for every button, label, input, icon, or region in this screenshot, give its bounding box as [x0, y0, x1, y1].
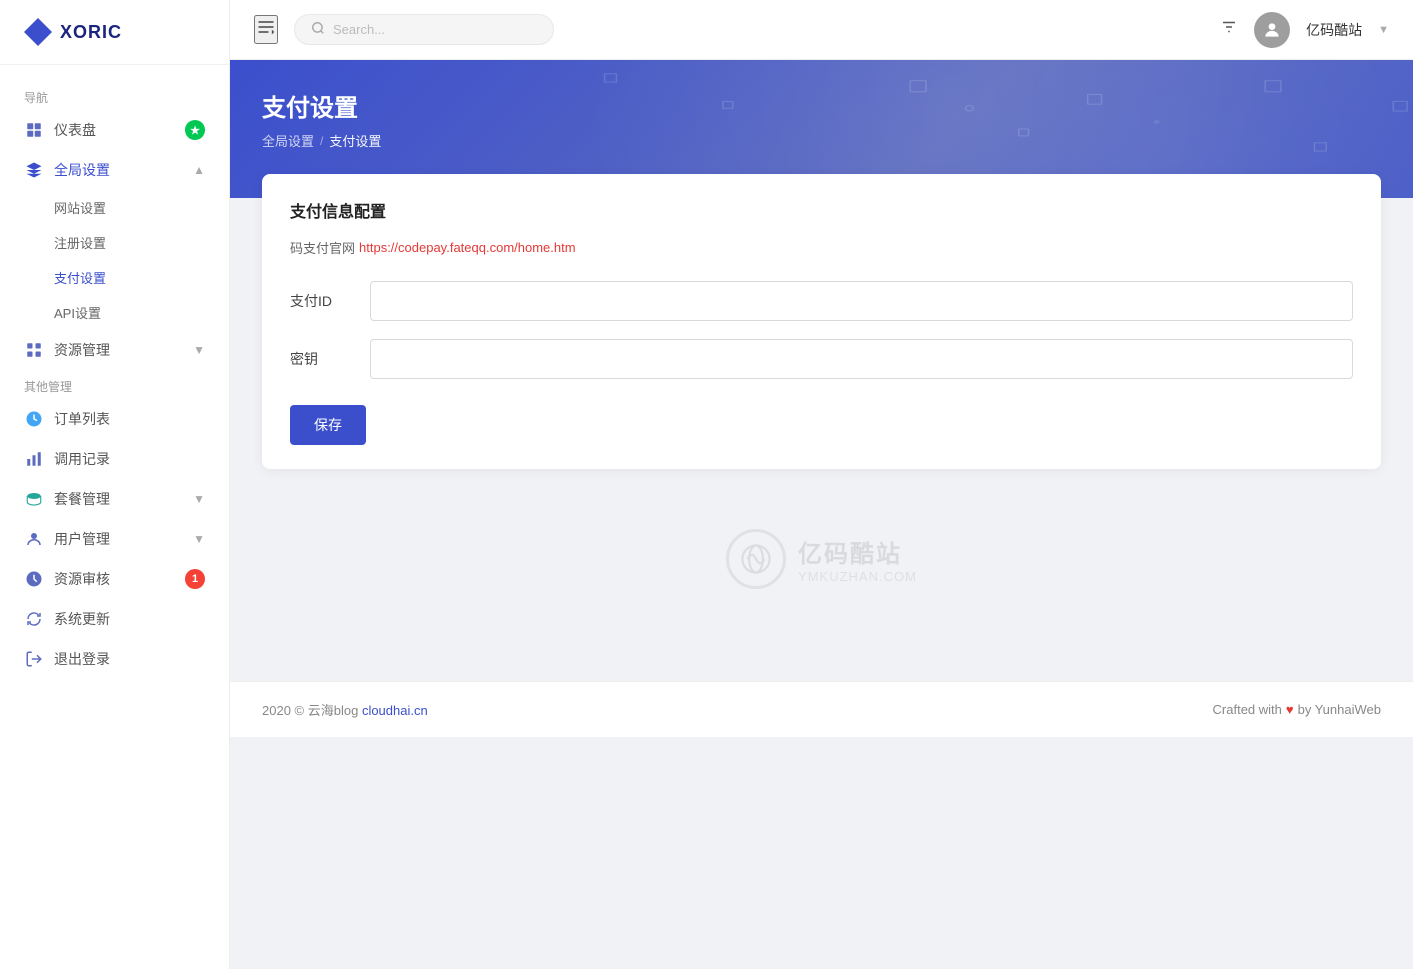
sidebar: XORIC 导航 仪表盘 ★ 全局设置 ▲ 网站设置 注册设置 支	[0, 0, 230, 969]
sidebar-item-logout-label: 退出登录	[54, 649, 205, 669]
package-management-arrow: ▼	[193, 492, 205, 506]
search-input[interactable]	[333, 22, 513, 37]
register-settings-label: 注册设置	[54, 233, 106, 252]
sidebar-item-resource-management[interactable]: 资源管理 ▼	[0, 330, 229, 370]
system-update-icon	[24, 609, 44, 629]
header: 亿码酷站 ▼	[230, 0, 1413, 60]
footer-link[interactable]: cloudhai.cn	[362, 703, 428, 718]
resource-management-arrow: ▼	[193, 343, 205, 357]
subtitle-text: 码支付官网	[290, 238, 355, 257]
card-subtitle: 码支付官网 https://codepay.fateqq.com/home.ht…	[290, 238, 1353, 257]
logout-icon	[24, 649, 44, 669]
sidebar-item-api-settings[interactable]: API设置	[0, 295, 229, 330]
secret-key-label: 密钥	[290, 349, 370, 369]
dashboard-icon	[24, 120, 44, 140]
breadcrumb-global-settings[interactable]: 全局设置	[262, 131, 314, 150]
global-settings-icon	[24, 160, 44, 180]
sidebar-logo: XORIC	[0, 0, 229, 65]
watermark-logo-icon	[739, 542, 773, 576]
footer-heart: ♥	[1286, 702, 1294, 717]
sidebar-item-logout[interactable]: 退出登录	[0, 639, 229, 679]
secret-key-row: 密钥	[290, 339, 1353, 379]
website-settings-label: 网站设置	[54, 198, 106, 217]
watermark-name: 亿码酷站	[798, 534, 917, 569]
watermark-url: YMKUZHAN.COM	[798, 569, 917, 584]
footer-right: Crafted with ♥ by YunhaiWeb	[1213, 702, 1381, 717]
resource-review-icon	[24, 569, 44, 589]
sidebar-item-dashboard[interactable]: 仪表盘 ★	[0, 110, 229, 150]
header-right: 亿码酷站 ▼	[1220, 12, 1389, 48]
user-name[interactable]: 亿码酷站	[1306, 20, 1362, 40]
sidebar-item-resource-review[interactable]: 资源审核 1	[0, 559, 229, 599]
sidebar-item-orders[interactable]: 订单列表	[0, 399, 229, 439]
api-settings-label: API设置	[54, 303, 101, 322]
main-content: 亿码酷站 ▼ 支付设置 全局设置 / 支	[230, 0, 1413, 969]
sidebar-item-call-records[interactable]: 调用记录	[0, 439, 229, 479]
sidebar-item-orders-label: 订单列表	[54, 409, 205, 429]
sidebar-item-system-update-label: 系统更新	[54, 609, 205, 629]
sidebar-item-system-update[interactable]: 系统更新	[0, 599, 229, 639]
sidebar-item-website-settings[interactable]: 网站设置	[0, 190, 229, 225]
watermark-logo	[726, 529, 786, 589]
sidebar-item-global-settings-label: 全局设置	[54, 160, 193, 180]
secret-key-input[interactable]	[370, 339, 1353, 379]
sidebar-item-resource-review-label: 资源审核	[54, 569, 185, 589]
orders-icon	[24, 409, 44, 429]
footer-copyright: 2020 © 云海blog	[262, 703, 358, 718]
page-title: 支付设置	[262, 88, 1381, 123]
footer-left: 2020 © 云海blog cloudhai.cn	[262, 700, 428, 719]
filter-icon[interactable]	[1220, 18, 1238, 41]
footer-crafted-text: Crafted with	[1213, 702, 1282, 717]
save-button[interactable]: 保存	[290, 405, 366, 445]
payment-id-label: 支付ID	[290, 291, 370, 311]
user-management-arrow: ▼	[193, 532, 205, 546]
payment-id-row: 支付ID	[290, 281, 1353, 321]
sidebar-item-global-settings[interactable]: 全局设置 ▲	[0, 150, 229, 190]
watermark-text: 亿码酷站 YMKUZHAN.COM	[798, 534, 917, 584]
content-area: 支付信息配置 码支付官网 https://codepay.fateqq.com/…	[230, 174, 1413, 681]
sidebar-item-dashboard-label: 仪表盘	[54, 120, 185, 140]
global-settings-arrow: ▲	[193, 163, 205, 177]
user-management-icon	[24, 529, 44, 549]
sidebar-item-register-settings[interactable]: 注册设置	[0, 225, 229, 260]
footer-by-text: by YunhaiWeb	[1298, 702, 1381, 717]
sidebar-item-payment-settings[interactable]: 支付设置	[0, 260, 229, 295]
payment-settings-label: 支付设置	[54, 268, 106, 287]
other-section-label: 其他管理	[0, 370, 229, 399]
user-dropdown-arrow[interactable]: ▼	[1378, 24, 1389, 36]
subtitle-link[interactable]: https://codepay.fateqq.com/home.htm	[359, 240, 576, 255]
logo-text: XORIC	[60, 22, 122, 43]
search-icon	[311, 21, 325, 38]
footer: 2020 © 云海blog cloudhai.cn Crafted with ♥…	[230, 681, 1413, 737]
payment-id-input[interactable]	[370, 281, 1353, 321]
breadcrumb-payment-settings: 支付设置	[329, 131, 381, 150]
resource-management-icon	[24, 340, 44, 360]
breadcrumb: 全局设置 / 支付设置	[262, 131, 1381, 150]
sidebar-item-user-management-label: 用户管理	[54, 529, 193, 549]
collapse-button[interactable]	[254, 15, 278, 44]
page-body: 支付设置 全局设置 / 支付设置 支付信息配置 码支付官网 https://co…	[230, 60, 1413, 969]
sidebar-item-package-management[interactable]: 套餐管理 ▼	[0, 479, 229, 519]
sidebar-item-package-management-label: 套餐管理	[54, 489, 193, 509]
sidebar-item-user-management[interactable]: 用户管理 ▼	[0, 519, 229, 559]
resource-review-badge: 1	[185, 569, 205, 589]
dashboard-badge: ★	[185, 120, 205, 140]
sidebar-navigation: 导航 仪表盘 ★ 全局设置 ▲ 网站设置 注册设置 支付设置 AP	[0, 65, 229, 969]
call-records-icon	[24, 449, 44, 469]
watermark: 亿码酷站 YMKUZHAN.COM	[262, 469, 1381, 649]
card-title: 支付信息配置	[290, 198, 1353, 222]
search-bar[interactable]	[294, 14, 554, 45]
logo-icon	[24, 18, 52, 46]
sidebar-item-resource-management-label: 资源管理	[54, 340, 193, 360]
package-management-icon	[24, 489, 44, 509]
nav-section-label: 导航	[0, 81, 229, 110]
user-avatar[interactable]	[1254, 12, 1290, 48]
breadcrumb-separator: /	[320, 134, 323, 148]
sidebar-item-call-records-label: 调用记录	[54, 449, 205, 469]
payment-config-card: 支付信息配置 码支付官网 https://codepay.fateqq.com/…	[262, 174, 1381, 469]
